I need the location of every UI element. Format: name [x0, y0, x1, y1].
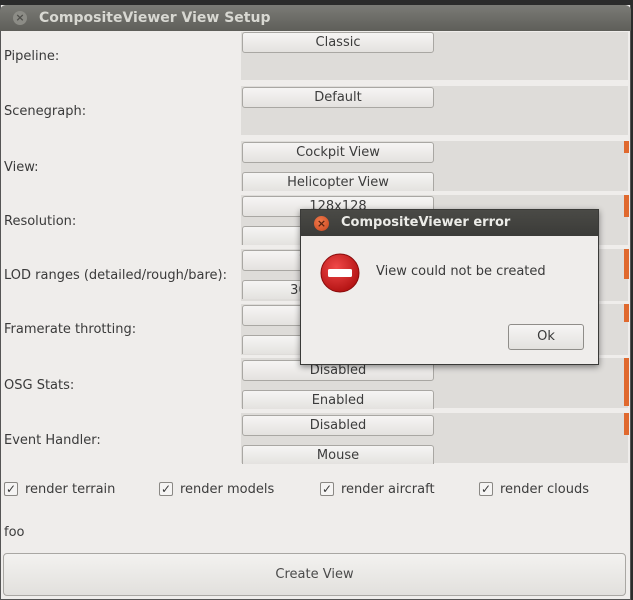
event-handler-label: Event Handler: — [4, 433, 101, 448]
lod-scroll-marker — [624, 249, 629, 279]
scenegraph-default-button[interactable]: Default — [242, 87, 434, 108]
scenegraph-label: Scenegraph: — [4, 104, 87, 119]
close-icon[interactable]: × — [314, 216, 329, 231]
view-helicopter-button[interactable]: Helicopter View — [242, 172, 434, 191]
window-titlebar: × CompositeViewer View Setup — [0, 5, 631, 31]
checkbox-check-icon[interactable]: ✓ — [159, 482, 173, 496]
foo-label: foo — [4, 525, 25, 540]
osg-stats-scroll-marker — [624, 358, 629, 406]
create-view-button[interactable]: Create View — [3, 553, 626, 596]
osg-stats-label: OSG Stats: — [4, 378, 75, 393]
window-title: CompositeViewer View Setup — [39, 10, 271, 26]
event-handler-scroll-marker — [624, 413, 629, 435]
close-icon[interactable]: × — [13, 11, 27, 25]
framerate-label: Framerate throtting: — [4, 322, 137, 337]
dialog-title: CompositeViewer error — [341, 215, 511, 230]
render-models-label: render models — [180, 482, 275, 497]
error-icon — [320, 253, 360, 293]
dialog-message: View could not be created — [376, 264, 546, 279]
pipeline-label: Pipeline: — [4, 49, 60, 64]
osg-stats-enabled-button[interactable]: Enabled — [242, 390, 434, 409]
error-dialog: × CompositeViewer error View could not b… — [300, 209, 599, 365]
lod-label: LOD ranges (detailed/rough/bare): — [4, 268, 227, 283]
framerate-scroll-marker — [624, 304, 629, 322]
render-terrain-label: render terrain — [25, 482, 116, 497]
view-cockpit-button[interactable]: Cockpit View — [242, 142, 434, 163]
resolution-scroll-marker — [624, 195, 629, 217]
view-scroll-marker — [624, 141, 629, 153]
render-aircraft-label: render aircraft — [341, 482, 435, 497]
dialog-body: View could not be created Ok — [303, 236, 596, 362]
event-handler-mouse-button[interactable]: Mouse — [242, 445, 434, 464]
checkbox-check-icon[interactable]: ✓ — [479, 482, 493, 496]
pipeline-classic-button[interactable]: Classic — [242, 32, 434, 53]
checkbox-check-icon[interactable]: ✓ — [4, 482, 18, 496]
checkbox-check-icon[interactable]: ✓ — [320, 482, 334, 496]
event-handler-disabled-button[interactable]: Disabled — [242, 415, 434, 436]
view-label: View: — [4, 160, 39, 175]
render-clouds-label: render clouds — [500, 482, 590, 497]
dialog-titlebar: × CompositeViewer error — [301, 210, 598, 236]
ok-button[interactable]: Ok — [508, 324, 584, 350]
resolution-label: Resolution: — [4, 214, 77, 229]
